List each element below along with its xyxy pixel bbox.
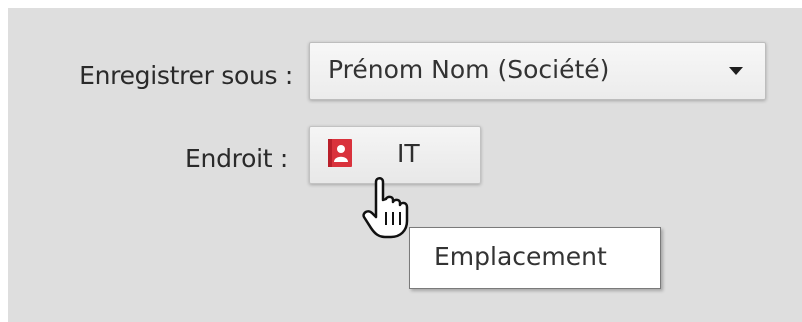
save-as-dropdown[interactable]: Prénom Nom (Société) [309,42,766,100]
location-value: IT [397,139,420,168]
tooltip-text: Emplacement [434,242,607,271]
location-label: Endroit : [185,144,288,173]
save-as-selected-value: Prénom Nom (Société) [328,55,610,84]
dialog-panel: Enregistrer sous : Prénom Nom (Société) … [8,8,802,322]
save-as-label: Enregistrer sous : [79,61,293,90]
location-tooltip: Emplacement [409,227,661,289]
hand-pointer-cursor-icon [362,174,412,240]
chevron-down-icon [729,67,743,75]
contacts-book-icon [327,138,353,168]
